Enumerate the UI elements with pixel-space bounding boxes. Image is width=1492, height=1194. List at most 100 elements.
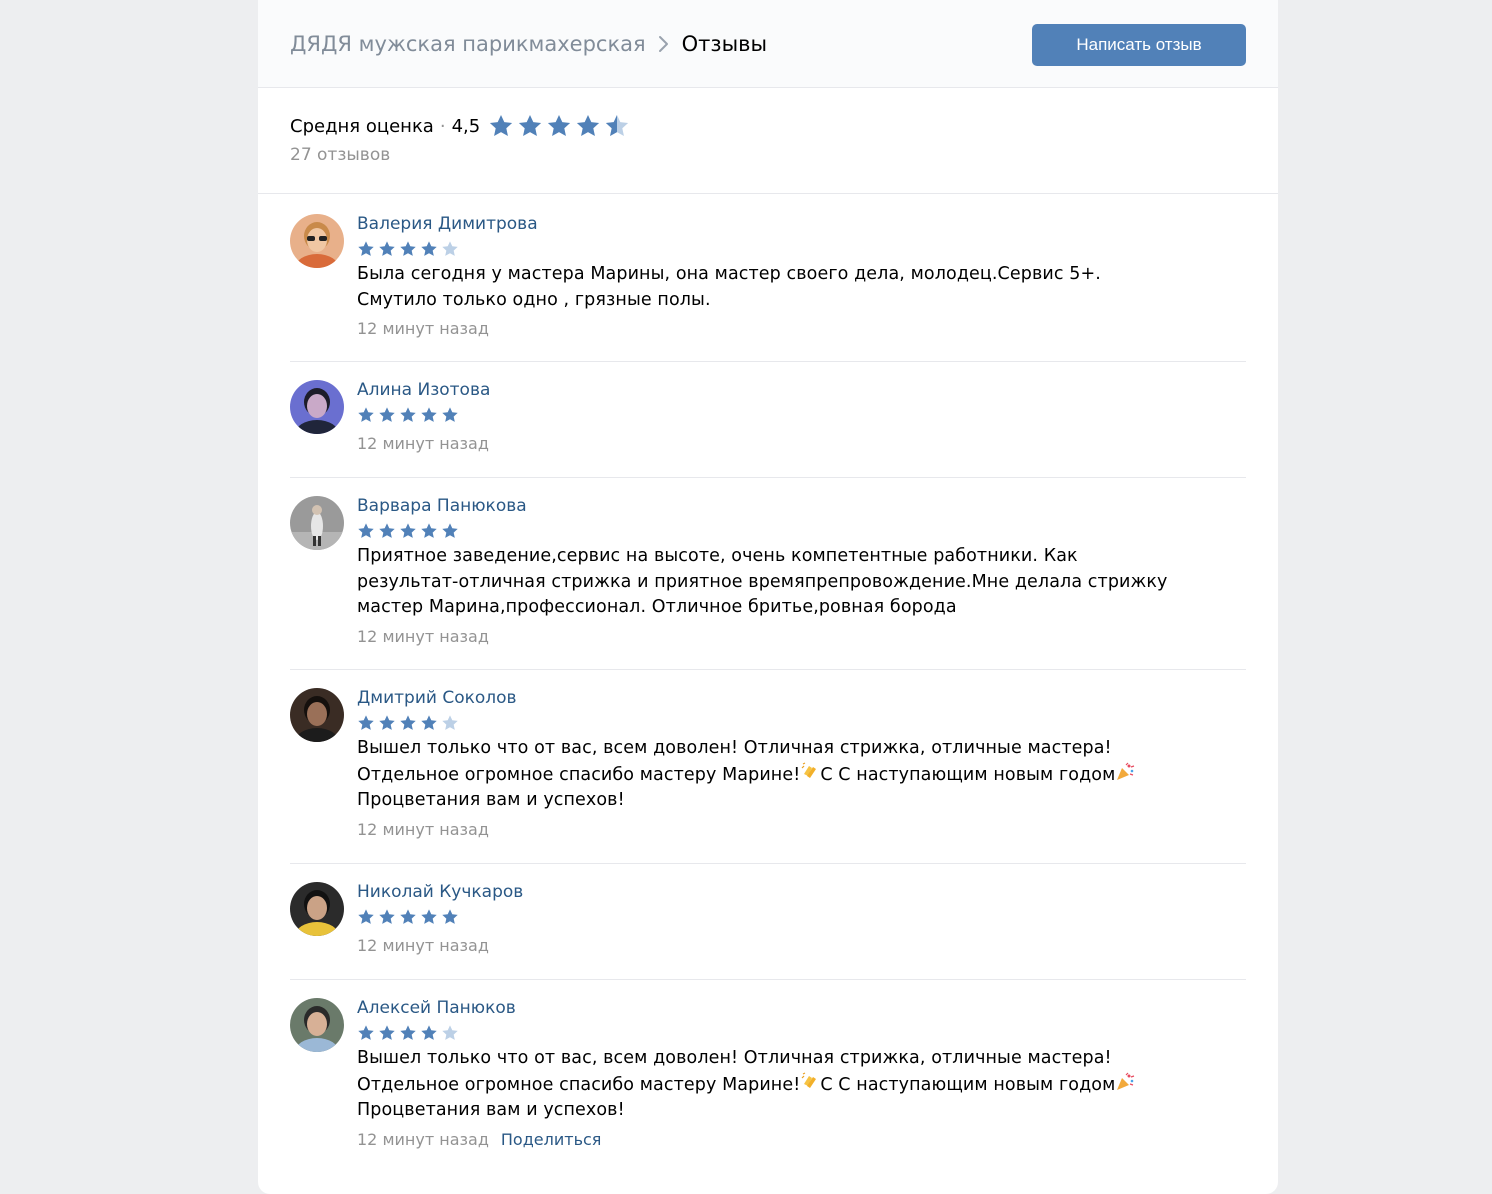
chevron-right-icon	[646, 35, 682, 53]
review-author-link[interactable]: Дмитрий Соколов	[357, 686, 1246, 710]
party-popper-emoji-icon	[1117, 1072, 1135, 1090]
clap-emoji-icon	[801, 1072, 817, 1088]
star-filled-icon	[358, 407, 374, 422]
star-filled-icon	[379, 715, 395, 730]
star-filled-icon	[421, 715, 437, 730]
review-text: Была сегодня у мастера Марины, она масте…	[357, 262, 1246, 313]
write-review-button[interactable]: Написать отзыв	[1032, 24, 1246, 66]
review-text-line: Была сегодня у мастера Марины, она масте…	[357, 264, 1101, 284]
review-text-line: мастер Марина,профессионал. Отличное бри…	[357, 597, 957, 618]
review-timestamp[interactable]: 12 минут назад	[357, 936, 489, 955]
review-text: Приятное заведение,сервис на высоте, оче…	[357, 544, 1246, 621]
star-filled-icon	[379, 1025, 395, 1040]
review-text-line: Процветания вам и успехов!	[357, 790, 625, 811]
star-filled-icon	[400, 241, 416, 256]
star-filled-icon	[358, 909, 374, 924]
review-text-fragment: С С наступающим новым годом	[820, 1074, 1116, 1095]
avatar[interactable]	[290, 998, 344, 1052]
star-filled-icon	[421, 909, 437, 924]
review-meta: 12 минут назад Поделиться	[357, 1124, 1246, 1154]
star-filled-icon	[577, 114, 600, 136]
star-filled-icon	[400, 523, 416, 538]
review-text-fragment: Отдельное огромное спасибо мастеру Марин…	[357, 764, 801, 785]
star-filled-icon	[442, 523, 458, 538]
review-item: Варвара Панюкова Приятное заведение,серви…	[290, 478, 1246, 670]
star-empty-icon	[442, 241, 458, 256]
review-timestamp[interactable]: 12 минут назад	[357, 1130, 489, 1149]
star-filled-icon	[400, 909, 416, 924]
star-empty-icon	[442, 715, 458, 730]
review-timestamp[interactable]: 12 минут назад	[357, 319, 489, 338]
separator-dot: ·	[439, 115, 446, 137]
review-stars	[357, 402, 1246, 428]
star-filled-icon	[358, 715, 374, 730]
star-empty-icon	[442, 1025, 458, 1040]
reviews-card: ДЯДЯ мужская парикмахерская Отзывы Напис…	[258, 0, 1278, 1194]
star-filled-icon	[379, 407, 395, 422]
star-filled-icon	[358, 241, 374, 256]
review-timestamp[interactable]: 12 минут назад	[357, 434, 489, 453]
breadcrumb-current: Отзывы	[681, 31, 768, 56]
review-text-fragment: Отдельное огромное спасибо мастеру Марин…	[357, 1074, 801, 1095]
review-stars	[357, 518, 1246, 544]
review-text-line: Отдельное огромное спасибо мастеру Марин…	[357, 762, 1246, 789]
review-stars	[357, 904, 1246, 930]
review-meta: 12 минут назад	[357, 814, 1246, 844]
star-filled-icon	[442, 407, 458, 422]
review-item: Дмитрий Соколов Вышел только что от вас, …	[290, 670, 1246, 864]
review-author-link[interactable]: Алексей Панюков	[357, 996, 1246, 1020]
star-filled-icon	[421, 1025, 437, 1040]
review-timestamp[interactable]: 12 минут назад	[357, 820, 489, 839]
review-text-line: Вышел только что от вас, всем доволен! О…	[357, 1048, 1112, 1068]
star-filled-icon	[379, 523, 395, 538]
review-author-link[interactable]: Валерия Димитрова	[357, 212, 1246, 236]
avatar[interactable]	[290, 214, 344, 268]
review-text-line: Приятное заведение,сервис на высоте, оче…	[357, 546, 1078, 566]
breadcrumb-parent-link[interactable]: ДЯДЯ мужская парикмахерская	[290, 32, 646, 56]
party-popper-emoji-icon	[1117, 762, 1135, 780]
star-filled-icon	[400, 715, 416, 730]
star-filled-icon	[400, 407, 416, 422]
review-author-link[interactable]: Николай Кучкаров	[357, 880, 1246, 904]
review-item: Николай Кучкаров 12 минут назад	[290, 864, 1246, 980]
review-stars	[357, 236, 1246, 262]
star-filled-icon	[421, 523, 437, 538]
star-filled-icon	[379, 909, 395, 924]
average-rating-value: 4,5	[451, 115, 481, 137]
review-text-line: Процветания вам и успехов!	[357, 1100, 625, 1121]
review-meta: 12 минут назад	[357, 313, 1246, 343]
star-filled-icon	[490, 114, 513, 136]
average-rating-label: Средня оценка	[290, 115, 434, 137]
review-timestamp[interactable]: 12 минут назад	[357, 627, 489, 646]
review-item: Алина Изотова 12 минут назад	[290, 362, 1246, 478]
review-author-link[interactable]: Варвара Панюкова	[357, 494, 1246, 518]
review-stars	[357, 1020, 1246, 1046]
star-half-icon	[606, 114, 629, 136]
star-filled-icon	[379, 241, 395, 256]
review-text: Вышел только что от вас, всем доволен! О…	[357, 1046, 1246, 1124]
star-filled-icon	[421, 407, 437, 422]
avatar[interactable]	[290, 688, 344, 742]
avatar[interactable]	[290, 882, 344, 936]
review-text-line: Отдельное огромное спасибо мастеру Марин…	[357, 1072, 1246, 1099]
avatar[interactable]	[290, 380, 344, 434]
clap-emoji-icon	[801, 762, 817, 778]
star-filled-icon	[442, 909, 458, 924]
page-header: ДЯДЯ мужская парикмахерская Отзывы Напис…	[258, 0, 1278, 88]
star-filled-icon	[358, 523, 374, 538]
review-text-line: Вышел только что от вас, всем доволен! О…	[357, 738, 1112, 758]
review-meta: 12 минут назад	[357, 930, 1246, 960]
review-meta: 12 минут назад	[357, 621, 1246, 651]
reviews-list: Валерия Димитрова Была сегодня у мастера …	[258, 194, 1278, 1180]
review-text-line: результат-отличная стрижка и приятное вр…	[357, 571, 1168, 592]
avatar[interactable]	[290, 496, 344, 550]
star-filled-icon	[548, 114, 571, 136]
star-filled-icon	[400, 1025, 416, 1040]
rating-summary: Средня оценка · 4,5 27 отзывов	[258, 88, 1278, 194]
share-link[interactable]: Поделиться	[501, 1130, 602, 1149]
star-filled-icon	[358, 1025, 374, 1040]
review-author-link[interactable]: Алина Изотова	[357, 378, 1246, 402]
review-count[interactable]: 27 отзывов	[290, 145, 1246, 165]
review-meta: 12 минут назад	[357, 428, 1246, 458]
average-rating-stars	[488, 113, 630, 139]
